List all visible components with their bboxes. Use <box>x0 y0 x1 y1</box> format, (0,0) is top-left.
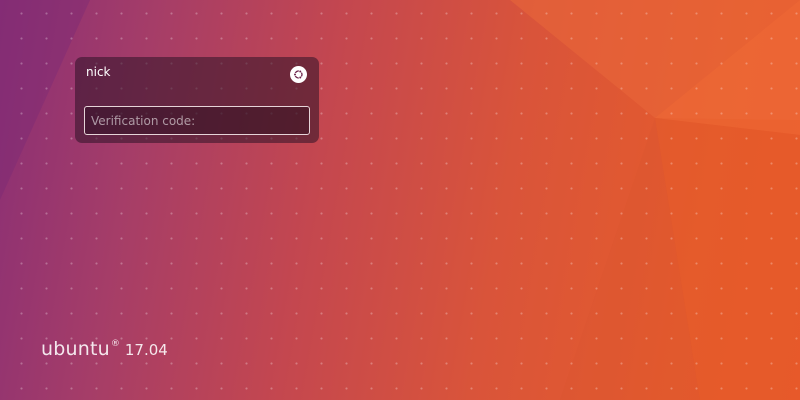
ubuntu-branding: ubuntu ® 17.04 <box>41 338 168 360</box>
ubuntu-logo-icon <box>293 69 303 80</box>
registered-mark: ® <box>110 339 120 349</box>
username-label: nick <box>86 65 111 79</box>
session-selector-button[interactable] <box>290 66 307 83</box>
brand-name: ubuntu <box>41 338 110 360</box>
verification-code-input[interactable] <box>84 106 310 135</box>
version-label: 17.04 <box>124 341 168 359</box>
login-panel: nick <box>75 57 319 143</box>
